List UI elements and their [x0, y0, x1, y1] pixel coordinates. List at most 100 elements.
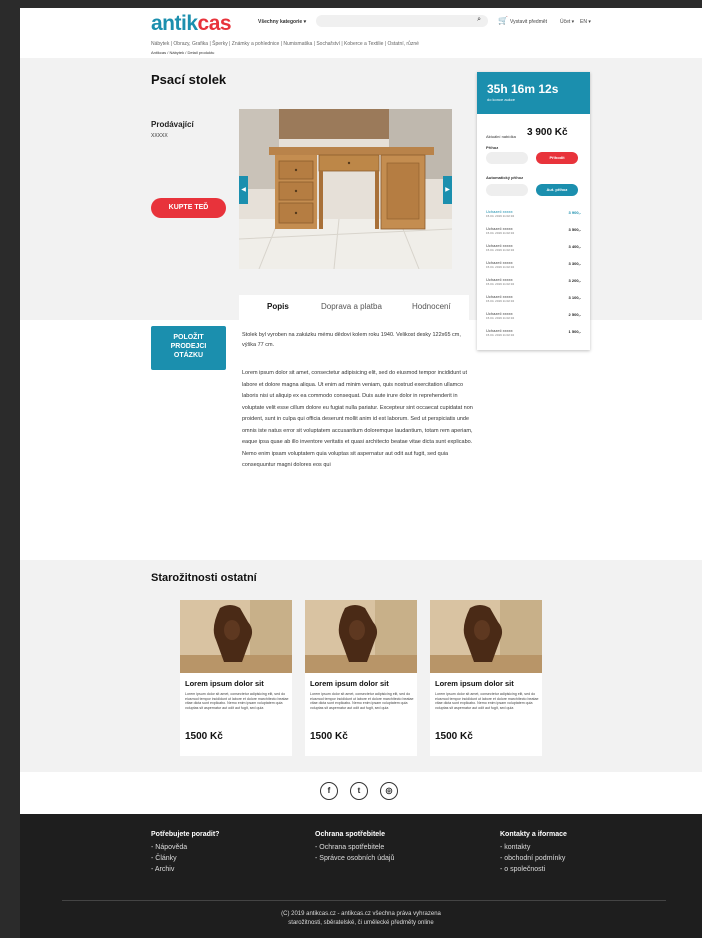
auction-panel: 35h 16m 12s do konce aukce Aktuální nabí… [477, 72, 590, 350]
footer-help-column: Potřebujete poradit? - Nápověda - Články… [151, 831, 219, 875]
bid-amount: 3 100,- [568, 295, 581, 300]
page-title: Psací stolek [151, 72, 227, 87]
related-card-text: Lorem ipsum dolor sit amet, consectetur … [185, 692, 289, 710]
related-card[interactable]: Lorem ipsum dolor sit Lorem ipsum dolor … [180, 600, 292, 756]
bid-date: 15.04. 2019 11:02:32 [486, 316, 515, 320]
prev-photo-button[interactable]: ◀ [239, 176, 248, 204]
bid-date: 15.04. 2019 11:02:32 [486, 214, 515, 218]
chevron-left-icon: ◀ [241, 187, 246, 193]
bid-date: 15.04. 2019 11:02:32 [486, 333, 515, 337]
copyright: (C) 2019 antikcas.cz - antikcas.cz všech… [20, 910, 702, 928]
auto-bid-button[interactable]: Aut. příhoz [536, 184, 578, 196]
account-link[interactable]: Účet ▾ [560, 19, 574, 25]
bid-amount-input[interactable] [486, 152, 528, 164]
related-card[interactable]: Lorem ipsum dolor sit Lorem ipsum dolor … [430, 600, 542, 756]
place-bid-button[interactable]: Přihodit [536, 152, 578, 164]
countdown-timer: 35h 16m 12s do konce aukce [477, 72, 590, 114]
facebook-icon[interactable]: f [320, 782, 338, 800]
bid-history-row: Uchazeč xxxxx 15.04. 2019 11:02:32 3 400… [486, 243, 581, 257]
chevron-right-icon: ▶ [445, 187, 450, 193]
account-link-label: Účet [560, 19, 571, 25]
related-card-text: Lorem ipsum dolor sit amet, consectetur … [310, 692, 414, 710]
breadcrumb[interactable]: Antikcas / Nábytek / Detail produktu [151, 50, 214, 55]
bid-date: 15.04. 2019 11:02:32 [486, 248, 515, 252]
copyright-line-2: starožitnosti, sběratelské, či umělecké … [288, 920, 434, 926]
buy-now-button[interactable]: KUPTE TEĎ [151, 198, 226, 218]
related-card[interactable]: Lorem ipsum dolor sit Lorem ipsum dolor … [305, 600, 417, 756]
timer-value: 35h 16m 12s [487, 82, 559, 96]
description-body: Lorem ipsum dolor sit amet, consectetur … [242, 370, 473, 468]
bid-amount: 1 500,- [568, 329, 581, 334]
related-card-title[interactable]: Lorem ipsum dolor sit [310, 679, 389, 688]
related-card-price: 1500 Kč [310, 731, 348, 742]
copyright-line-1: (C) 2019 antikcas.cz - antikcas.cz všech… [281, 911, 441, 917]
bid-date: 15.04. 2019 11:02:32 [486, 265, 515, 269]
sculpture-image [430, 600, 542, 673]
bid-amount: 3 500,- [568, 227, 581, 232]
language-link-label: EN [580, 19, 587, 25]
bid-history-row: Uchazeč xxxxx 15.04. 2019 11:02:32 2 500… [486, 311, 581, 325]
bid-history-row: Uchazeč xxxxx 15.04. 2019 11:02:32 3 200… [486, 277, 581, 291]
bid-date: 15.04. 2019 11:02:32 [486, 299, 515, 303]
related-card-image[interactable] [430, 600, 542, 673]
related-card-title[interactable]: Lorem ipsum dolor sit [435, 679, 514, 688]
related-card-image[interactable] [305, 600, 417, 673]
sculpture-image [305, 600, 417, 673]
seller-name[interactable]: XXXXX [151, 133, 168, 139]
search-input[interactable]: ⌕ [316, 15, 488, 27]
related-title: Starožitnosti ostatní [151, 572, 257, 584]
tab-description[interactable]: Popis [267, 302, 289, 311]
auto-bid-input[interactable] [486, 184, 528, 196]
bid-amount: 2 500,- [568, 312, 581, 317]
tab-shipping[interactable]: Doprava a platba [321, 302, 382, 311]
chevron-down-icon: ▾ [303, 19, 307, 25]
bid-amount: 3 900,- [568, 210, 581, 215]
related-card-image[interactable] [180, 600, 292, 673]
instagram-icon[interactable]: ◎ [380, 782, 398, 800]
language-link[interactable]: EN ▾ [580, 19, 591, 25]
cart-icon[interactable]: 🛒 [498, 16, 508, 25]
next-photo-button[interactable]: ▶ [443, 176, 452, 204]
footer-link-contacts[interactable]: - kontakty [500, 842, 567, 853]
current-price: 3 900 Kč [527, 127, 568, 138]
footer-link-about[interactable]: - o společnosti [500, 864, 567, 875]
bid-date: 15.04. 2019 11:02:32 [486, 282, 515, 286]
tab-reviews[interactable]: Hodnocení [412, 302, 451, 311]
bid-amount: 3 400,- [568, 244, 581, 249]
bid-history-row: Uchazeč xxxxx 15.04. 2019 11:02:32 3 100… [486, 294, 581, 308]
timer-caption: do konce aukce [487, 97, 516, 102]
bid-amount: 3 200,- [568, 278, 581, 283]
footer-link-terms[interactable]: - obchodní podmínky [500, 853, 567, 864]
bid-label: Příhoz [486, 145, 499, 150]
logo[interactable]: antikcas [151, 12, 232, 36]
footer-column-title: Ochrana spotřebitele [315, 831, 386, 838]
ask-seller-button[interactable]: POLOŽIT PRODEJCI OTÁZKU [151, 326, 226, 370]
footer-link-archive[interactable]: - Archiv [151, 864, 219, 875]
ask-seller-line-1: POLOŽIT [173, 334, 204, 341]
bid-history-row: Uchazeč xxxxx 15.04. 2019 11:02:32 1 500… [486, 328, 581, 342]
site-header: antikcas Všechny kategorie ▾ ⌕ 🛒 Vystavi… [20, 8, 702, 36]
footer-contacts-column: Kontakty a iformace - kontakty - obchodn… [500, 831, 567, 875]
page: antikcas Všechny kategorie ▾ ⌕ 🛒 Vystavi… [20, 8, 702, 938]
footer-link-consumer-protection[interactable]: - Ochrana spotřebitele [315, 842, 394, 853]
footer-consumer-column: Ochrana spotřebitele - Ochrana spotřebit… [315, 831, 394, 864]
footer-link-help[interactable]: - Nápověda [151, 842, 219, 853]
footer-link-articles[interactable]: - Články [151, 853, 219, 864]
ask-seller-line-3: OTÁZKU [173, 352, 204, 359]
footer-link-data-controller[interactable]: - Správce osobních údajů [315, 853, 394, 864]
bid-history-row: Uchazeč xxxxx 15.04. 2019 11:02:32 3 900… [486, 209, 581, 223]
category-select-label: Všechny kategorie [258, 19, 303, 25]
twitter-icon[interactable]: t [350, 782, 368, 800]
site-footer: Potřebujete poradit? - Nápověda - Články… [20, 814, 702, 938]
description-summary: Stolek byl vyroben na zakázku mému dědov… [242, 332, 461, 348]
footer-divider [62, 900, 666, 901]
product-photo [239, 109, 452, 269]
bid-amount: 3 300,- [568, 261, 581, 266]
desk-image [239, 109, 452, 269]
sell-item-link[interactable]: Vystavit předmět [510, 19, 547, 25]
auto-bid-label: Automatický příhoz [486, 175, 524, 180]
search-icon[interactable]: ⌕ [477, 16, 481, 24]
related-card-title[interactable]: Lorem ipsum dolor sit [185, 679, 264, 688]
category-nav[interactable]: Nábytek | Obrazy, Grafika | Šperky | Zná… [151, 41, 419, 47]
category-select[interactable]: Všechny kategorie ▾ [258, 19, 306, 25]
